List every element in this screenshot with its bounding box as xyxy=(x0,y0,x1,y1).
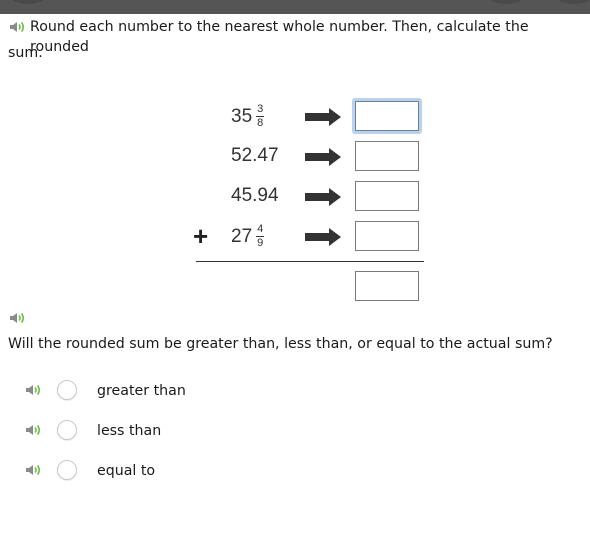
addend-3: 45.94 xyxy=(231,185,279,207)
fraction: 3 8 xyxy=(256,103,265,129)
rounded-sum-input[interactable] xyxy=(355,271,419,301)
option-equal-to[interactable]: equal to xyxy=(0,459,300,483)
whole-part: 35 xyxy=(231,105,253,127)
whole-part: 27 xyxy=(231,225,253,247)
rounded-answer-input-1[interactable] xyxy=(355,101,419,131)
right-arrow-icon xyxy=(305,108,341,126)
numerator: 3 xyxy=(257,103,264,115)
rounded-answer-input-3[interactable] xyxy=(355,181,419,211)
right-arrow-icon xyxy=(305,228,341,246)
sum-divider-line xyxy=(196,261,424,262)
rounded-answer-input-4[interactable] xyxy=(355,221,419,251)
speaker-icon[interactable] xyxy=(25,384,41,396)
option-label[interactable]: greater than xyxy=(97,381,186,401)
radio-button[interactable] xyxy=(57,380,77,400)
numerator: 4 xyxy=(257,223,264,235)
toolbar-button[interactable] xyxy=(556,0,590,4)
addend-1: 35 3 8 xyxy=(231,103,265,129)
radio-button[interactable] xyxy=(57,460,77,480)
speaker-icon[interactable] xyxy=(25,424,41,436)
instruction-text: Round each number to the nearest whole n… xyxy=(30,19,529,55)
decimal-value: 45.94 xyxy=(231,185,279,206)
speaker-icon[interactable] xyxy=(9,21,25,33)
instruction-text-continued: sum. xyxy=(8,45,43,61)
option-label[interactable]: equal to xyxy=(97,461,155,481)
denominator: 8 xyxy=(257,117,264,129)
toolbar-button[interactable] xyxy=(488,0,524,4)
question-text: Will the rounded sum be greater than, le… xyxy=(8,336,553,352)
fraction: 4 9 xyxy=(256,223,265,249)
addend-4: 27 4 9 xyxy=(231,223,265,249)
rounded-answer-input-2[interactable] xyxy=(355,141,419,171)
plus-sign: + xyxy=(193,221,209,251)
right-arrow-icon xyxy=(305,148,341,166)
radio-button[interactable] xyxy=(57,420,77,440)
option-less-than[interactable]: less than xyxy=(0,419,300,443)
toolbar-button[interactable] xyxy=(10,0,46,4)
option-greater-than[interactable]: greater than xyxy=(0,379,300,403)
decimal-value: 52.47 xyxy=(231,145,279,166)
right-arrow-icon xyxy=(305,188,341,206)
denominator: 9 xyxy=(257,237,264,249)
option-label[interactable]: less than xyxy=(97,421,161,441)
speaker-icon[interactable] xyxy=(9,312,25,324)
speaker-icon[interactable] xyxy=(25,464,41,476)
addend-2: 52.47 xyxy=(231,145,279,167)
top-toolbar xyxy=(0,0,590,14)
